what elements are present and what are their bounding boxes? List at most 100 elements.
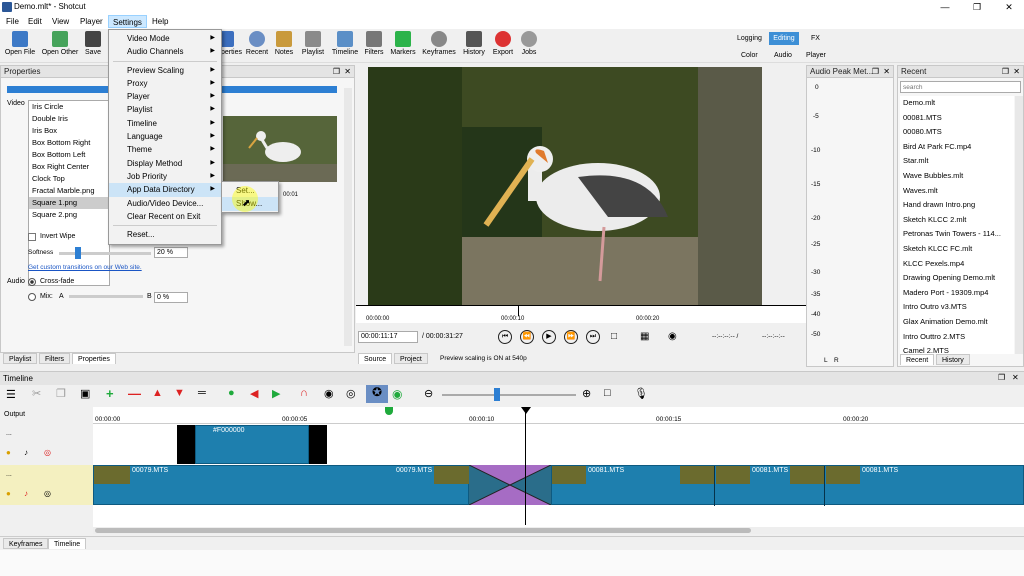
- snap-icon[interactable]: ∩: [300, 387, 308, 399]
- tab-keyframes[interactable]: Keyframes: [3, 538, 49, 549]
- menu-item-video-mode[interactable]: Video Mode ▶: [109, 32, 221, 45]
- recent-list[interactable]: Demo.mlt 00081.MTS 00080.MTS Bird At Par…: [900, 96, 1014, 354]
- recent-search-input[interactable]: [900, 81, 1021, 93]
- menu-item-audio-channels[interactable]: Audio Channels ▶: [109, 45, 221, 58]
- list-item[interactable]: Sketch KLCC 2.mlt: [900, 213, 1014, 228]
- softness-slider-handle[interactable]: [75, 247, 81, 259]
- export-button[interactable]: Export: [490, 31, 516, 61]
- menu-item-job-priority[interactable]: Job Priority ▶: [109, 170, 221, 183]
- menu-item-display-method[interactable]: Display Method ▶: [109, 157, 221, 170]
- timeline-tracks[interactable]: 00:00:00 00:00:05 00:00:10 00:00:15 00:0…: [93, 407, 1024, 527]
- layout-player[interactable]: Player: [806, 52, 826, 59]
- menu-item-proxy[interactable]: Proxy ▶: [109, 77, 221, 90]
- timeline-scrollbar-thumb[interactable]: [95, 528, 751, 533]
- menu-item-audio-video-device[interactable]: Audio/Video Device...: [109, 197, 221, 210]
- zoom-slider[interactable]: [442, 394, 576, 396]
- list-item[interactable]: Hand drawn Intro.png: [900, 198, 1014, 213]
- mute-icon[interactable]: ♪: [24, 448, 28, 457]
- timeline-scrollbar[interactable]: [93, 527, 1024, 534]
- jobs-button[interactable]: Jobs: [518, 31, 540, 61]
- tab-playlist[interactable]: Playlist: [3, 353, 38, 364]
- timeline-button[interactable]: Timeline: [330, 31, 360, 61]
- tab-timeline[interactable]: Timeline: [48, 538, 87, 549]
- scrub-icon[interactable]: ◉: [324, 387, 334, 400]
- player-playhead[interactable]: [518, 306, 519, 316]
- ripple-icon[interactable]: ◎: [346, 387, 356, 400]
- float-icon[interactable]: ❐: [1002, 67, 1009, 76]
- mix-radio[interactable]: [28, 293, 36, 301]
- layout-color[interactable]: Color: [741, 52, 758, 59]
- recent-scrollbar[interactable]: [1015, 96, 1023, 354]
- fast-forward-icon[interactable]: ⏩: [564, 330, 578, 344]
- softness-spinbox[interactable]: 20 %: [154, 247, 188, 258]
- panel-close-icon[interactable]: ✕: [1013, 67, 1020, 76]
- menu-item-clear-recent[interactable]: Clear Recent on Exit: [109, 210, 221, 223]
- layout-logging[interactable]: Logging: [737, 35, 762, 42]
- open-file-button[interactable]: Open File: [4, 31, 36, 61]
- list-item[interactable]: Star.mlt: [900, 154, 1014, 169]
- markers-button[interactable]: Markers: [388, 31, 418, 61]
- record-audio-icon[interactable]: 🎙: [634, 387, 648, 400]
- panel-close-icon[interactable]: ✕: [1012, 373, 1019, 382]
- lift-icon[interactable]: ▲: [152, 387, 163, 399]
- play-icon[interactable]: ▶: [542, 330, 556, 344]
- notes-button[interactable]: Notes: [272, 31, 296, 61]
- menu-item-language[interactable]: Language ▶: [109, 130, 221, 143]
- keyframes-button[interactable]: Keyframes: [420, 31, 458, 61]
- menu-item-theme[interactable]: Theme ▶: [109, 143, 221, 156]
- zoom-out-icon[interactable]: ⊖: [424, 387, 433, 400]
- video-clip[interactable]: 00081.MTS 00081.MTS 00081.MTS: [551, 465, 1024, 506]
- list-item[interactable]: Box Bottom Right: [29, 137, 109, 149]
- menu-help[interactable]: Help: [148, 15, 172, 28]
- remove-icon[interactable]: —: [128, 386, 141, 401]
- float-icon[interactable]: ❐: [333, 67, 340, 76]
- list-item-selected[interactable]: Square 1.png: [29, 197, 109, 209]
- lock-icon[interactable]: ●: [6, 489, 11, 498]
- list-item[interactable]: Wave Bubbles.mlt: [900, 169, 1014, 184]
- ripple-markers-icon[interactable]: ◉: [392, 387, 402, 401]
- zoom-slider-handle[interactable]: [494, 388, 500, 401]
- softness-slider[interactable]: [59, 252, 151, 255]
- skip-next-icon[interactable]: ⏭: [586, 330, 600, 344]
- list-item[interactable]: KLCC Pexels.mp4: [900, 257, 1014, 272]
- rewind-icon[interactable]: ⏪: [520, 330, 534, 344]
- append-icon[interactable]: +: [106, 386, 114, 401]
- split-icon[interactable]: ═: [198, 387, 206, 399]
- custom-transitions-link[interactable]: Get custom transitions on our Web site.: [28, 264, 142, 271]
- menu-item-player[interactable]: Player ▶: [109, 90, 221, 103]
- menu-view[interactable]: View: [48, 15, 73, 28]
- next-marker-icon[interactable]: ▶: [272, 387, 280, 400]
- panel-close-icon[interactable]: ✕: [344, 67, 351, 76]
- list-item[interactable]: Glax Animation Demo.mlt: [900, 315, 1014, 330]
- list-item[interactable]: Fractal Marble.png: [29, 185, 109, 197]
- list-item[interactable]: Bird At Park FC.mp4: [900, 140, 1014, 155]
- panel-close-icon[interactable]: ✕: [883, 67, 890, 76]
- mix-slider[interactable]: [69, 295, 143, 298]
- maximize-icon[interactable]: ❐: [962, 0, 992, 14]
- zoom-fit-icon[interactable]: □: [604, 387, 611, 399]
- crossfade-radio[interactable]: [28, 278, 36, 286]
- zoom-in-icon[interactable]: ⊕: [582, 387, 591, 400]
- transition-list[interactable]: Iris Circle Double Iris Iris Box Box Bot…: [28, 100, 110, 286]
- list-item[interactable]: Box Right Center: [29, 161, 109, 173]
- tab-filters[interactable]: Filters: [39, 353, 71, 364]
- hide-icon[interactable]: ◎: [44, 489, 51, 498]
- menu-edit[interactable]: Edit: [24, 15, 46, 28]
- menu-item-app-data-directory[interactable]: App Data Directory ▶: [109, 183, 221, 197]
- mute-icon[interactable]: ♪: [24, 489, 28, 498]
- float-icon[interactable]: ❐: [998, 373, 1005, 382]
- color-clip[interactable]: #F000000: [177, 425, 327, 464]
- playlist-button[interactable]: Playlist: [298, 31, 328, 61]
- tab-recent[interactable]: Recent: [900, 354, 935, 365]
- tab-source[interactable]: Source: [358, 353, 393, 364]
- close-icon[interactable]: ✕: [994, 0, 1024, 14]
- list-item[interactable]: Petronas Twin Towers - 114...: [900, 227, 1014, 242]
- mix-spinbox[interactable]: 0 %: [154, 292, 188, 303]
- open-other-button[interactable]: Open Other: [40, 31, 80, 61]
- lock-icon[interactable]: ●: [6, 448, 11, 457]
- list-item[interactable]: Camel 2.MTS: [900, 344, 1014, 354]
- tab-properties[interactable]: Properties: [72, 353, 116, 364]
- list-item[interactable]: Double Iris: [29, 113, 109, 125]
- current-time-field[interactable]: 00:00:11:17: [358, 331, 418, 343]
- float-icon[interactable]: ❐: [872, 67, 879, 76]
